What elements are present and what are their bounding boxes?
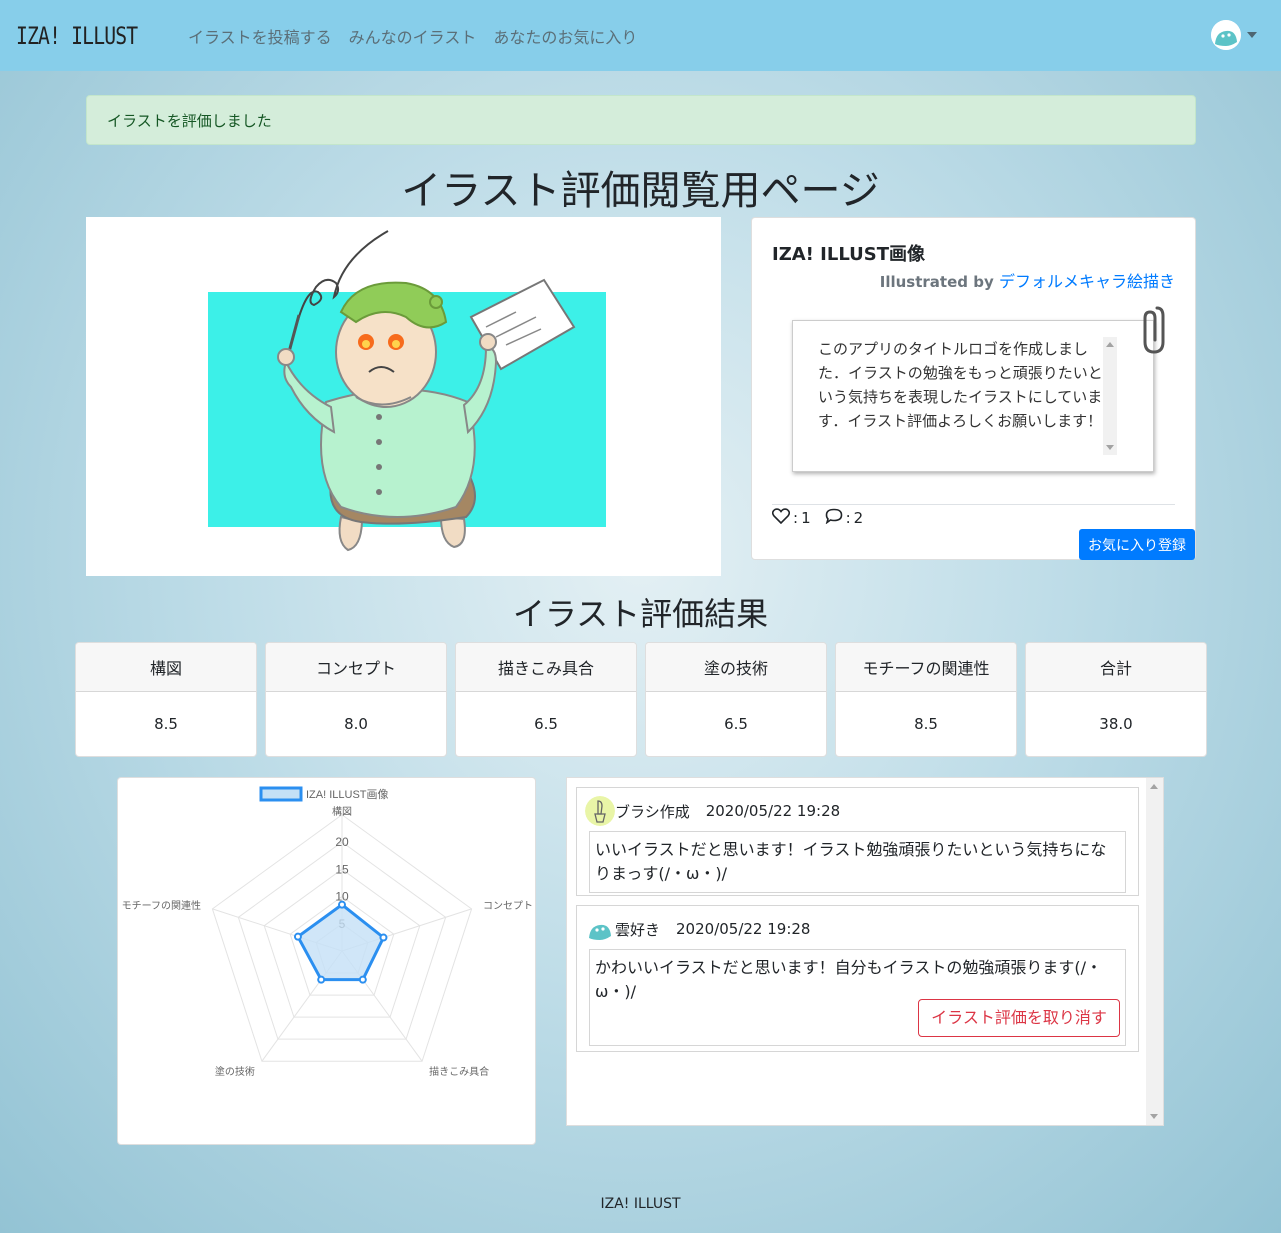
score-label: 描きこみ具合 <box>456 643 636 692</box>
comments-count: 2 <box>853 509 864 527</box>
likes-count: 1 <box>801 509 811 527</box>
radar-category-label: コンセプト <box>483 900 533 912</box>
heart-icon[interactable] <box>771 508 791 528</box>
comments-scrollbar[interactable] <box>1146 778 1163 1125</box>
score-value: 38.0 <box>1099 715 1133 733</box>
likes-sep: : <box>793 509 799 527</box>
comment-date: 2020/05/22 19:28 <box>676 920 811 938</box>
comments-sep: : <box>845 509 851 527</box>
score-card-total: 合計 38.0 <box>1025 642 1207 757</box>
score-card-motif: モチーフの関連性 8.5 <box>835 642 1017 757</box>
comment-item: ブラシ作成 2020/05/22 19:28 いいイラストだと思います！イラスト… <box>576 787 1139 896</box>
score-label: 合計 <box>1026 643 1206 692</box>
success-alert: イラストを評価しました <box>86 95 1196 145</box>
cancel-evaluation-button[interactable]: イラスト評価を取り消す <box>918 999 1120 1037</box>
score-value: 6.5 <box>724 715 748 733</box>
comment-user[interactable]: ブラシ作成 <box>615 801 690 822</box>
comment-item: 雲好き 2020/05/22 19:28 かわいいイラストだと思います！自分もイ… <box>576 905 1139 1052</box>
radar-tick-label: 15 <box>335 862 349 876</box>
comments-panel[interactable]: ブラシ作成 2020/05/22 19:28 いいイラストだと思います！イラスト… <box>566 777 1164 1126</box>
divider <box>772 504 1175 505</box>
comment-date: 2020/05/22 19:28 <box>705 802 841 820</box>
author-link[interactable]: デフォルメキャラ絵描き <box>999 272 1175 291</box>
illustration-image <box>86 217 721 576</box>
radar-category-label: 塗の技術 <box>215 1065 255 1078</box>
user-menu-toggle[interactable] <box>1211 20 1257 50</box>
radar-data-point[interactable] <box>317 975 326 984</box>
alert-message: イラストを評価しました <box>107 112 272 130</box>
illust-info-card: IZA! ILLUST画像 Illustrated by デフォルメキャラ絵描き… <box>751 217 1196 560</box>
likes-stat: : 1 <box>771 508 811 528</box>
scroll-down-icon <box>1106 445 1114 450</box>
stats-row: : 1 : 2 <box>771 508 864 528</box>
score-card-composition: 構図 8.5 <box>75 642 257 757</box>
comment-text: かわいいイラストだと思います！自分もイラストの勉強頑張ります(/・ω・)/ <box>595 958 1102 1001</box>
scroll-up-icon <box>1106 342 1114 347</box>
description-text: このアプリのタイトルロゴを作成しました．イラストの勉強をもっと頑張りたいという気… <box>818 340 1103 430</box>
radar-category-label: モチーフの関連性 <box>122 899 201 912</box>
user-avatar-icon <box>1211 20 1241 50</box>
radar-category-label: 構図 <box>332 805 352 818</box>
paperclip-icon <box>1141 304 1167 360</box>
comments-stat: : 2 <box>825 508 864 528</box>
illust-credit-prefix: Illustrated by <box>879 273 994 291</box>
user-avatar-icon[interactable] <box>585 914 615 944</box>
score-value: 8.5 <box>914 715 938 733</box>
brand-logo[interactable]: IZA! ILLUST <box>16 22 138 50</box>
legend-swatch[interactable] <box>259 786 303 802</box>
radar-tick-label: 20 <box>335 835 349 849</box>
navbar: IZA! ILLUST イラストを投稿する みんなのイラスト あなたのお気に入り <box>0 0 1281 71</box>
radar-chart: IZA! ILLUST画像 5101520 構図コンセプト描きこみ具合塗の技術モ… <box>122 786 533 1078</box>
score-value: 8.0 <box>344 715 368 733</box>
comment-text: いいイラストだと思います！イラスト勉強頑張りたいという気持ちになりまっす(/・ω… <box>589 831 1126 893</box>
score-value: 6.5 <box>534 715 558 733</box>
radar-chart-card: IZA! ILLUST画像 5101520 構図コンセプト描きこみ具合塗の技術モ… <box>117 777 536 1145</box>
radar-data-point[interactable] <box>358 975 367 984</box>
chevron-down-icon <box>1247 32 1257 38</box>
result-title: イラスト評価結果 <box>512 595 769 633</box>
comment-bubble-icon <box>825 508 843 528</box>
favorite-button[interactable]: お気に入り登録 <box>1079 529 1195 560</box>
score-card-concept: コンセプト 8.0 <box>265 642 447 757</box>
comment-header: 雲好き 2020/05/22 19:28 <box>585 914 810 944</box>
radar-data-point[interactable] <box>338 900 346 909</box>
score-card-painting: 塗の技術 6.5 <box>645 642 827 757</box>
footer: IZA! ILLUST <box>600 1196 681 1212</box>
illust-title: IZA! ILLUST画像 <box>772 244 926 265</box>
illust-credit: Illustrated by デフォルメキャラ絵描き <box>880 268 1175 292</box>
score-label: 塗の技術 <box>646 643 826 692</box>
description-scrollbar[interactable] <box>1103 337 1117 455</box>
score-label: 構図 <box>76 643 256 692</box>
comment-user[interactable]: 雲好き <box>615 919 660 940</box>
radar-data-point[interactable] <box>379 933 388 942</box>
page-title: イラスト評価閲覧用ページ <box>401 168 880 214</box>
scroll-up-icon <box>1150 784 1158 789</box>
radar-category-label: 描きこみ具合 <box>429 1065 489 1078</box>
score-card-detail: 描きこみ具合 6.5 <box>455 642 637 757</box>
scroll-down-icon <box>1150 1114 1158 1119</box>
user-avatar-icon[interactable] <box>585 796 615 826</box>
legend-label: IZA! ILLUST画像 <box>306 788 389 801</box>
nav-link-everyone[interactable]: みんなのイラスト <box>349 24 477 48</box>
comment-text-box: かわいいイラストだと思います！自分もイラストの勉強頑張ります(/・ω・)/ イラ… <box>589 949 1126 1046</box>
score-label: コンセプト <box>266 643 446 692</box>
radar-series-area <box>295 902 386 982</box>
comment-header: ブラシ作成 2020/05/22 19:28 <box>585 796 840 826</box>
radar-data-point[interactable] <box>293 932 302 941</box>
score-value: 8.5 <box>154 715 178 733</box>
score-label: モチーフの関連性 <box>836 643 1016 692</box>
nav-link-favorites[interactable]: あなたのお気に入り <box>493 24 637 48</box>
description-box: このアプリのタイトルロゴを作成しました．イラストの勉強をもっと頑張りたいという気… <box>792 320 1154 472</box>
nav-link-post[interactable]: イラストを投稿する <box>188 24 332 48</box>
